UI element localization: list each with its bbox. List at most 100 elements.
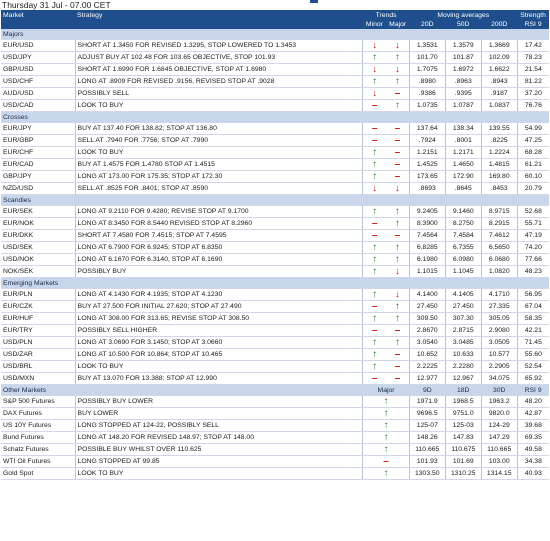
table-row: Schatz Futures POSSIBLE BUY WHILST OVER 1…	[1, 443, 549, 456]
strategy-text: BUY AT 137.40 FOR 138.82; STOP AT 136.80	[75, 122, 364, 135]
section-title: Other Markets	[1, 384, 363, 396]
major-trend: –	[386, 122, 410, 135]
ma-200d: .8943	[480, 75, 518, 88]
ma-200d: 6.0680	[480, 253, 518, 266]
report-date: Thursday 31 Jul - 07.00 CET	[2, 0, 111, 10]
market-name: EUR/CZK	[1, 300, 76, 313]
arrow-up-icon: ↑	[394, 52, 400, 63]
rsi-value: 76.76	[516, 99, 549, 112]
arrow-up-icon: ↑	[394, 100, 400, 111]
ma-200d: 4.1710	[480, 288, 518, 301]
minor-trend: –	[362, 372, 387, 385]
dash-icon: –	[371, 123, 378, 134]
dash-icon: –	[394, 123, 401, 134]
table-row: USD/ZAR LONG AT 10.500 FOR 10.864; STOP A…	[1, 348, 549, 361]
ma-20d: 6.1980	[408, 253, 446, 266]
ma-20d: .8693	[408, 182, 446, 195]
ma-9d: 1303.50	[408, 467, 446, 480]
major-trend: –	[386, 372, 410, 385]
ma-20d: 173.65	[408, 170, 446, 183]
dash-icon: –	[394, 159, 401, 170]
ma-30d: 9820.0	[480, 407, 518, 420]
blank-cell	[1, 20, 76, 29]
market-name: USD/CHF	[1, 75, 76, 88]
major-trend: ↓	[386, 39, 410, 52]
table-row: AUD/USD POSSIBLY SELL ↓ – .9386.9395.9187 37.…	[1, 87, 549, 100]
dash-icon: –	[394, 361, 401, 372]
ma-200d: 1.2224	[480, 146, 518, 159]
arrow-up-icon: ↑	[394, 206, 400, 217]
rsi-value: 20.79	[516, 182, 549, 195]
ma-50d: 1.3579	[444, 39, 482, 52]
ma-50d: 307.30	[444, 312, 482, 325]
dash-icon: –	[371, 373, 378, 384]
minor-trend: ↑	[362, 360, 387, 373]
arrow-up-icon: ↑	[372, 361, 378, 372]
ma-50d: .9395	[444, 87, 482, 100]
col-header-rsi: RSI 9	[517, 384, 549, 396]
table-row: EUR/CZK BUY AT 27.500 FOR INITIAL 27.620;…	[1, 300, 549, 313]
major-trend: –	[386, 158, 410, 171]
rsi-value: 61.21	[516, 158, 549, 171]
col-header-major: Major	[362, 384, 410, 396]
ma-200d: 27.335	[480, 300, 518, 313]
strategy-text: LONG AT .8909 FOR REVISED .9156, REVISED…	[75, 75, 364, 88]
market-name: USD/CAD	[1, 99, 76, 112]
ma-200d: 7.4612	[480, 229, 518, 242]
ma-18d: 1968.5	[444, 395, 482, 408]
ma-200d: .9187	[480, 87, 518, 100]
major-trend: –	[386, 324, 410, 337]
market-name: EUR/SEK	[1, 205, 76, 218]
ma-50d: 1.6972	[444, 63, 482, 76]
arrow-up-icon: ↑	[372, 147, 378, 158]
ma-200d: 2.9080	[480, 324, 518, 337]
section-title: Scandies	[1, 194, 549, 206]
arrow-up-icon: ↑	[372, 159, 378, 170]
minor-trend: –	[362, 134, 387, 147]
minor-trend: ↑	[362, 336, 387, 349]
major-trend: –	[386, 229, 410, 242]
ma-200d: 6.5650	[480, 241, 518, 254]
strategy-text: LONG AT 10.500 FOR 10.864; STOP AT 10.46…	[75, 348, 364, 361]
arrow-down-icon: ↓	[394, 266, 400, 277]
ma-50d: 1.2171	[444, 146, 482, 159]
ma-30d: 147.29	[480, 431, 518, 444]
strategy-text: POSSIBLY BUY LOWER	[75, 395, 364, 408]
ma-50d: 7.4584	[444, 229, 482, 242]
major-trend: –	[386, 170, 410, 183]
ma-20d: 7.4564	[408, 229, 446, 242]
ma-20d: 101.70	[408, 51, 446, 64]
dash-icon: –	[371, 100, 378, 111]
rsi-value: 48.23	[516, 265, 549, 278]
ma-20d: .7924	[408, 134, 446, 147]
arrow-up-icon: ↑	[394, 242, 400, 253]
major-trend: ↓	[386, 63, 410, 76]
ma-50d: 1.1045	[444, 265, 482, 278]
strategy-text: BUY AT 27.500 FOR INITIAL 27.620; STOP A…	[75, 300, 364, 313]
minor-trend: –	[362, 300, 387, 313]
market-name: S&P 500 Futures	[1, 395, 76, 408]
table-row: EUR/TRY POSSIBLY SELL HIGHER – –2.8670 2.871…	[1, 324, 549, 337]
table-row: NOK/SEK POSSIBLY BUY ↑ ↓ 1.1015 1.1045 1.0820 4…	[1, 265, 549, 278]
market-name: Schatz Futures	[1, 443, 76, 456]
dash-icon: –	[394, 171, 401, 182]
arrow-down-icon: ↓	[394, 289, 400, 300]
minor-trend: ↑	[362, 348, 387, 361]
arrow-up-icon: ↑	[383, 444, 389, 455]
rsi-value: 60.10	[516, 170, 549, 183]
ma-18d: 1310.25	[444, 467, 482, 480]
market-name: EUR/USD	[1, 39, 76, 52]
arrow-up-icon: ↑	[372, 337, 378, 348]
blank-cell	[75, 20, 363, 29]
ma-200d: .8225	[480, 134, 518, 147]
strategy-text: POSSIBLE BUY WHILST OVER 110.625	[75, 443, 364, 456]
ma-50d: 1.0787	[444, 99, 482, 112]
minor-trend: –	[362, 229, 387, 242]
table-row: EUR/PLN LONG AT 4.1430 FOR 4.1935; STOP A…	[1, 288, 549, 301]
minor-trend: ↓	[362, 39, 387, 52]
table-row: WTI Oil Futures LONG STOPPED AT 99.85 – 101…	[1, 455, 549, 468]
ma-20d: 27.450	[408, 300, 446, 313]
strategy-text: LONG STOPPED AT 124-22, POSSIBLY SELL	[75, 419, 364, 432]
ma-18d: 110.675	[444, 443, 482, 456]
minor-trend: ↑	[362, 75, 387, 88]
